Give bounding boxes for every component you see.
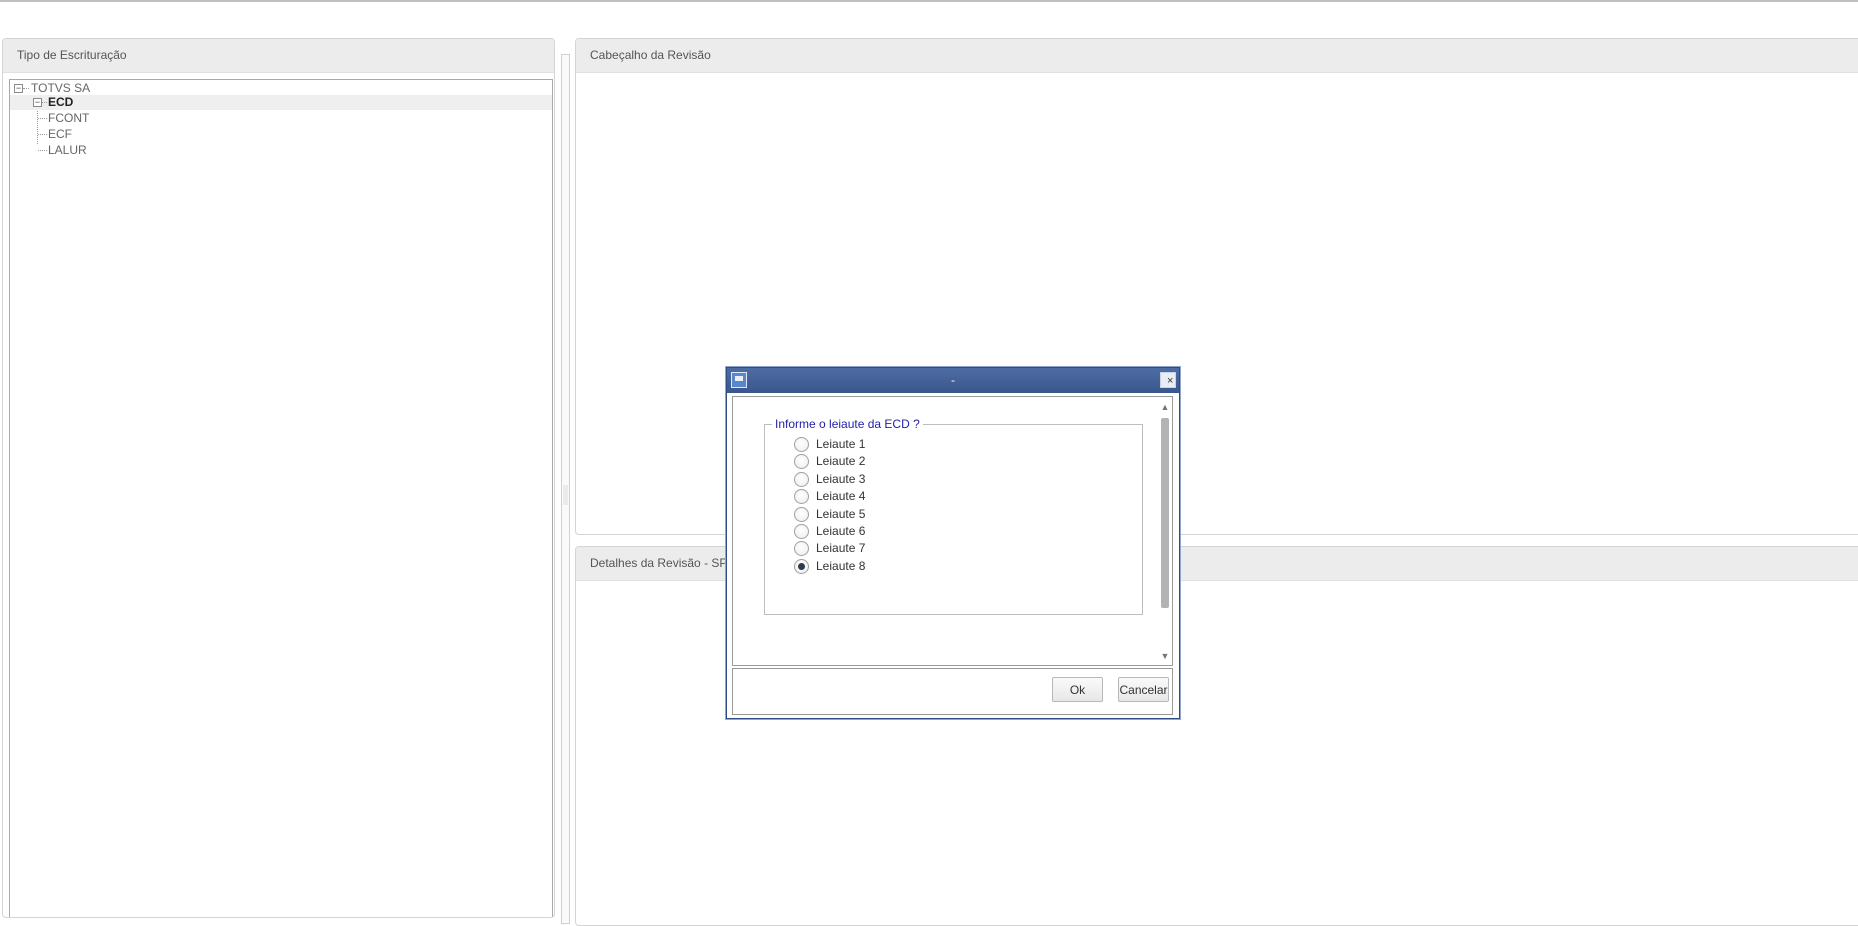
arrow-down-icon[interactable]: ▼ bbox=[1159, 650, 1171, 662]
radio-label: Leiaute 4 bbox=[816, 489, 866, 503]
tree-item-lalur[interactable]: LALUR bbox=[10, 143, 552, 158]
dialog-title: - bbox=[951, 373, 955, 387]
dialog-titlebar[interactable]: - × bbox=[727, 368, 1179, 393]
tree-item-ecf[interactable]: ECF bbox=[10, 127, 552, 142]
tree-connector bbox=[23, 88, 29, 89]
radio-button[interactable] bbox=[794, 454, 809, 469]
tree-item-root[interactable]: − TOTVS SA bbox=[10, 81, 552, 96]
tree-label: LALUR bbox=[48, 143, 87, 157]
dialog-footer: Ok Cancelar bbox=[732, 668, 1173, 715]
layout-option-group: Informe o leiaute da ECD ? Leiaute 1 Lei… bbox=[764, 417, 1143, 615]
group-label: Informe o leiaute da ECD ? bbox=[772, 417, 923, 432]
radio-label: Leiaute 7 bbox=[816, 541, 866, 555]
arrow-up-icon[interactable]: ▲ bbox=[1159, 401, 1171, 413]
app-window-icon bbox=[731, 372, 747, 388]
tree-connector bbox=[38, 134, 47, 135]
ok-button[interactable]: Ok bbox=[1052, 677, 1103, 702]
radio-button[interactable] bbox=[794, 489, 809, 504]
escrituracao-tree: − TOTVS SA − ECD FCONT ECF LALUR bbox=[9, 79, 553, 917]
radio-label: Leiaute 5 bbox=[816, 507, 866, 521]
close-icon[interactable]: × bbox=[1160, 372, 1176, 388]
panel-title: Tipo de Escrituração bbox=[3, 39, 554, 73]
panel-splitter[interactable] bbox=[561, 54, 570, 924]
panel-title: Cabeçalho da Revisão bbox=[576, 39, 1858, 73]
radio-label: Leiaute 6 bbox=[816, 524, 866, 538]
tree-connector bbox=[38, 150, 47, 151]
tree-collapse-icon[interactable]: − bbox=[14, 84, 23, 93]
radio-button[interactable] bbox=[794, 541, 809, 556]
tree-label: ECD bbox=[48, 95, 74, 109]
layout-dialog: - × Informe o leiaute da ECD ? Leiaute 1… bbox=[726, 367, 1180, 719]
tree-collapse-icon[interactable]: − bbox=[33, 98, 42, 107]
tree-label: FCONT bbox=[48, 111, 90, 125]
tree-connector bbox=[38, 118, 47, 119]
top-border bbox=[0, 0, 1858, 2]
escrituracao-type-panel: Tipo de Escrituração − TOTVS SA − ECD FC… bbox=[2, 38, 555, 918]
tree-label: ECF bbox=[48, 127, 72, 141]
radio-button[interactable] bbox=[794, 437, 809, 452]
tree-label: TOTVS SA bbox=[31, 81, 91, 95]
radio-button[interactable] bbox=[794, 472, 809, 487]
dialog-scrollbar[interactable]: ▲ ▼ bbox=[1159, 398, 1171, 664]
radio-label: Leiaute 3 bbox=[816, 472, 866, 486]
dialog-content: Informe o leiaute da ECD ? Leiaute 1 Lei… bbox=[732, 396, 1173, 666]
tree-item-ecd[interactable]: − ECD bbox=[10, 95, 552, 110]
splitter-handle[interactable] bbox=[563, 485, 568, 505]
tree-connector bbox=[42, 102, 47, 103]
radio-button-selected[interactable] bbox=[794, 559, 809, 574]
radio-label: Leiaute 1 bbox=[816, 437, 866, 451]
tree-item-fcont[interactable]: FCONT bbox=[10, 111, 552, 126]
radio-label: Leiaute 2 bbox=[816, 454, 866, 468]
radio-button[interactable] bbox=[794, 524, 809, 539]
cancel-button[interactable]: Cancelar bbox=[1118, 677, 1169, 702]
radio-button[interactable] bbox=[794, 507, 809, 522]
scroll-thumb[interactable] bbox=[1161, 418, 1169, 608]
radio-label: Leiaute 8 bbox=[816, 559, 866, 573]
